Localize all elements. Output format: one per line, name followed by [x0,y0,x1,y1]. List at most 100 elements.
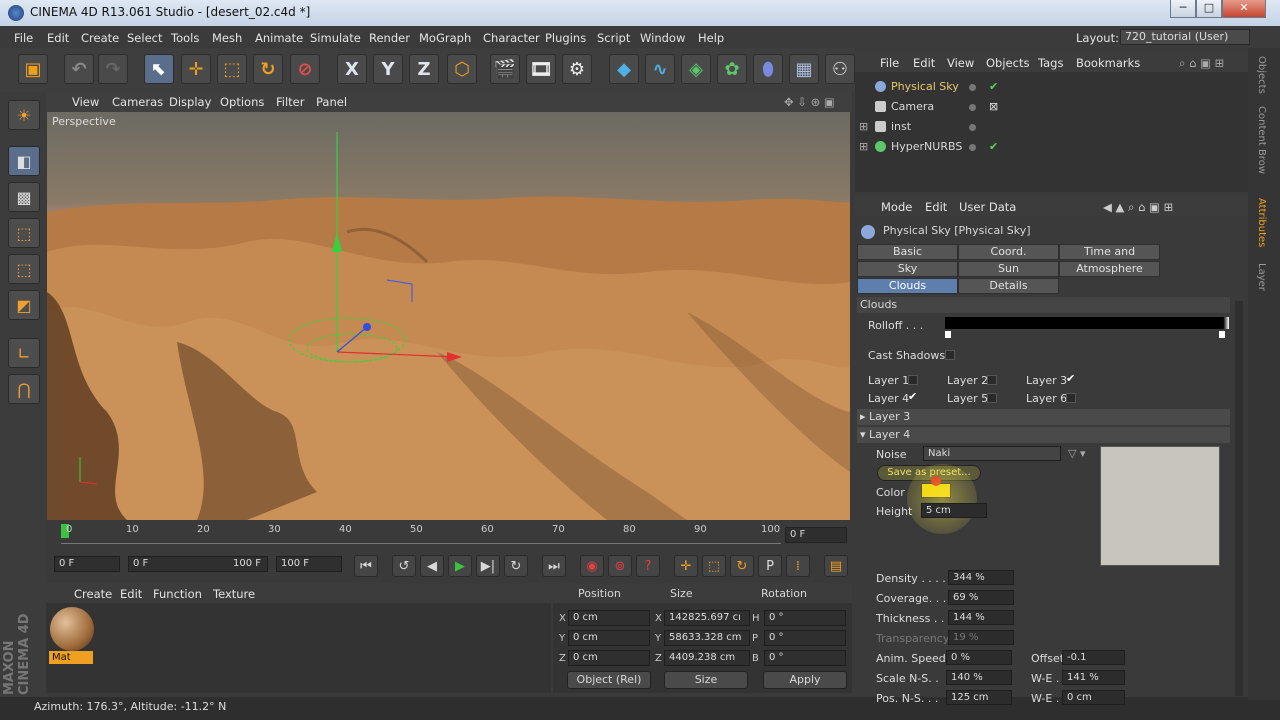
object-row-hypernurbs[interactable]: ⊞ HyperNURBS ✔ [855,137,1248,157]
obj-search-icons[interactable]: ⌕ ⌂ ▣ ⊞ [1179,56,1224,71]
cast-shadows-checkbox[interactable] [945,350,955,360]
layer6-checkbox[interactable] [1066,393,1076,403]
menu-simulate[interactable]: Simulate [310,31,361,45]
menu-edit[interactable]: Edit [47,31,69,45]
object-row-camera[interactable]: Camera ⊠ [855,97,1248,117]
layer4-group-header[interactable]: ▾ Layer 4 [857,427,1230,443]
anim-speed-field[interactable]: 0 % [946,650,1012,665]
layer3-checkmark[interactable]: ✔ [1066,372,1075,385]
array-icon[interactable]: ✿ [717,54,747,84]
close-button[interactable]: ✕ [1222,0,1266,18]
expand-icon[interactable]: ⊞ [859,120,868,133]
camera-icon[interactable]: ⚇ [825,54,855,84]
offset-field[interactable]: -0.1 [1062,650,1125,665]
scale-we-field[interactable]: 141 % [1062,670,1125,685]
menu-create[interactable]: Create [81,31,119,45]
key-rotation-icon[interactable]: ↻ [730,555,754,577]
noise-options-icon[interactable]: ▽ ▾ [1068,447,1085,460]
menu-render[interactable]: Render [369,31,410,45]
play-icon[interactable]: ▶ [448,555,472,577]
vp-menu-panel[interactable]: Panel [316,95,347,109]
attr-menu-edit[interactable]: Edit [925,200,947,214]
vp-menu-view[interactable]: View [72,95,99,109]
scale-ns-field[interactable]: 140 % [946,670,1012,685]
next-key-icon[interactable]: ↻ [504,555,528,577]
start-frame-field[interactable]: 0 F [54,556,120,572]
prev-frame-icon[interactable]: ◀ [420,555,444,577]
tab-sky[interactable]: Sky [857,261,958,277]
vp-menu-cameras[interactable]: Cameras [112,95,163,109]
key-pla-icon[interactable]: ⁞ [786,555,810,577]
save-icon[interactable]: ▣ [18,54,48,84]
obj-menu-edit[interactable]: Edit [913,56,935,70]
current-frame-field[interactable]: 0 F [785,527,847,543]
gradient-knot[interactable] [945,331,951,338]
spline-icon[interactable]: ∿ [645,54,675,84]
cube-object-icon[interactable]: ◆ [609,54,639,84]
tab-details[interactable]: Details [958,278,1059,294]
x-axis-lock[interactable]: X [337,54,367,84]
tab-clouds[interactable]: Clouds [857,278,958,294]
attribute-scrollbar[interactable] [1235,301,1243,696]
vp-menu-options[interactable]: Options [220,95,264,109]
menu-select[interactable]: Select [127,31,162,45]
menu-script[interactable]: Script [597,31,630,45]
density-field[interactable]: 344 % [948,570,1014,585]
pos-z-field[interactable]: 0 cm [568,650,650,666]
keyframe-selection-icon[interactable]: ? [636,555,660,577]
polygons-mode-icon[interactable]: ◩ [8,290,40,320]
attr-menu-user-data[interactable]: User Data [959,200,1016,214]
maximize-button[interactable]: □ [1196,0,1222,18]
thickness-field[interactable]: 144 % [948,610,1014,625]
size-mode-dropdown[interactable]: Size [664,671,748,689]
enabled-check[interactable]: ✔ [989,140,998,153]
prev-key-icon[interactable]: ↺ [392,555,416,577]
tab-coord[interactable]: Coord. [958,244,1059,260]
coord-mode-dropdown[interactable]: Object (Rel) [567,671,651,689]
menu-character[interactable]: Character [483,31,540,45]
coverage-field[interactable]: 69 % [948,590,1014,605]
key-parameter-icon[interactable]: P [758,555,782,577]
menu-animate[interactable]: Animate [255,31,303,45]
visibility-dot[interactable] [969,124,976,131]
menu-window[interactable]: Window [640,31,685,45]
layer4-checkmark[interactable]: ✔ [908,390,917,403]
rot-p-field[interactable]: 0 ° [764,630,846,646]
make-editable-icon[interactable]: ☀ [8,100,40,130]
deformer-icon[interactable]: ⬮ [753,54,783,84]
z-axis-lock[interactable]: Z [409,54,439,84]
enabled-check[interactable]: ✔ [989,80,998,93]
redo-icon[interactable]: ↷ [98,54,128,84]
menu-plugins[interactable]: Plugins [545,31,586,45]
rot-b-field[interactable]: 0 ° [764,650,846,666]
edges-mode-icon[interactable]: ⬚ [8,254,40,284]
mat-menu-function[interactable]: Function [153,587,202,601]
pos-ns-field[interactable]: 125 cm [946,690,1012,705]
obj-menu-bookmarks[interactable]: Bookmarks [1076,56,1140,70]
obj-menu-tags[interactable]: Tags [1038,56,1063,70]
minimize-button[interactable]: ─ [1170,0,1196,18]
goto-start-icon[interactable]: ⏮ [354,555,378,577]
obj-menu-view[interactable]: View [947,56,974,70]
layer1-checkbox[interactable] [908,375,918,385]
tab-time-location[interactable]: Time and Location [1059,244,1160,272]
timeline-ruler[interactable]: 0 10 20 30 40 50 60 70 80 90 100 [61,524,781,544]
menu-file[interactable]: File [14,31,33,45]
layer3-group-header[interactable]: ▸ Layer 3 [857,409,1230,425]
tab-attributes[interactable]: Attributes [1256,198,1267,247]
next-frame-icon[interactable]: ▶| [476,555,500,577]
rolloff-knots[interactable] [945,331,1229,339]
tab-objects[interactable]: Objects [1256,56,1267,94]
timeline-window-icon[interactable]: ▤ [824,555,848,577]
menu-mograph[interactable]: MoGraph [419,31,471,45]
menu-tools[interactable]: Tools [171,31,199,45]
gradient-knot[interactable] [1219,331,1225,338]
mat-menu-create[interactable]: Create [74,587,112,601]
render-view-icon[interactable]: 🎬 [490,54,520,84]
scale-tool-icon[interactable]: ⬚ [217,54,247,84]
noise-dropdown[interactable]: Naki [923,446,1061,461]
vp-menu-filter[interactable]: Filter [276,95,304,109]
material-preview[interactable] [50,607,94,651]
floor-icon[interactable]: ▦ [789,54,819,84]
rot-h-field[interactable]: 0 ° [764,610,846,626]
